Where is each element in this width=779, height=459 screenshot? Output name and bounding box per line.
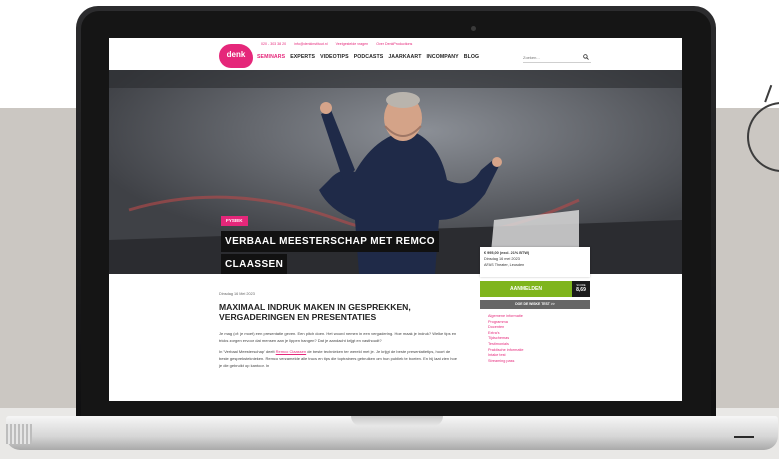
laptop-notch — [351, 416, 443, 426]
nav-item-experts[interactable]: EXPERTS — [290, 54, 315, 60]
search-input[interactable] — [523, 53, 579, 62]
hero-banner: FYSIEK VERBAAL MEESTERSCHAP MET REMCO CL… — [109, 70, 682, 274]
article-body: Dinsdag 16 Mei 2023 MAXIMAAL INDRUK MAKE… — [219, 292, 459, 373]
site-header: denk 020 - 303 38 20 info@denkinstituut.… — [109, 38, 682, 70]
laptop-indicator — [734, 436, 754, 438]
nav-item-seminars[interactable]: SEMINARS — [257, 54, 285, 60]
article-date: Dinsdag 16 Mei 2023 — [219, 292, 255, 296]
denk-logo[interactable]: denk — [219, 44, 253, 68]
register-button[interactable]: AANMELDEN — [480, 281, 572, 297]
topline-about[interactable]: Over DenkProductions — [376, 42, 412, 48]
topline-email[interactable]: info@denkinstituut.nl — [294, 42, 327, 48]
hero-title-line-2: CLAASSEN — [221, 254, 288, 274]
category-tag: FYSIEK — [221, 216, 248, 226]
article-paragraph: Je mag (of: je moet) een presentatie gev… — [219, 331, 457, 343]
laptop-vent — [6, 424, 32, 444]
side-menu-item[interactable]: Algemene informatie — [488, 314, 523, 320]
nav-item-jaarkaart[interactable]: JAARKAART — [388, 54, 421, 60]
take-test-button[interactable]: DOE DE WISKE TEST >> — [480, 300, 590, 309]
expert-link[interactable]: Remco Claassen — [276, 349, 306, 354]
hero-title-line-1: VERBAAL MEESTERSCHAP MET REMCO — [221, 231, 439, 252]
side-menu-item[interactable]: Streaming pass — [488, 359, 523, 365]
search-box — [523, 52, 591, 63]
topline-phone[interactable]: 020 - 303 38 20 — [261, 42, 286, 48]
laptop-screen: denk 020 - 303 38 20 info@denkinstituut.… — [109, 38, 682, 401]
nav-item-videotips[interactable]: VIDEOTIPS — [320, 54, 349, 60]
score-badge: SCORE 8,69 — [572, 281, 590, 297]
score-value: 8,69 — [576, 287, 586, 293]
search-icon[interactable] — [583, 54, 589, 60]
main-nav: SEMINARS EXPERTS VIDEOTIPS PODCASTS JAAR… — [257, 54, 479, 60]
laptop-base — [6, 416, 778, 450]
nav-item-podcasts[interactable]: PODCASTS — [354, 54, 384, 60]
nav-item-blog[interactable]: BLOG — [464, 54, 479, 60]
side-menu: Algemene informatie Programma Docenten E… — [488, 314, 523, 364]
event-info-card: € 995,00 (excl. 21% BTW) Dinsdag 16 mei … — [480, 247, 590, 277]
webcam — [471, 26, 476, 31]
paragraph-text: In 'Verbaal Meesterschap' deelt — [219, 349, 276, 354]
topline-faq[interactable]: Veelgestelde vragen — [336, 42, 369, 48]
nav-item-incompany[interactable]: INCOMPANY — [427, 54, 459, 60]
event-venue: AFAS Theater, Leusden — [484, 263, 525, 267]
article-paragraph: In 'Verbaal Meesterschap' deelt Remco Cl… — [219, 348, 459, 369]
header-topline: 020 - 303 38 20 info@denkinstituut.nl Ve… — [261, 42, 412, 48]
article-headline: MAXIMAAL INDRUK MAKEN IN GESPREKKEN, VER… — [219, 302, 411, 322]
